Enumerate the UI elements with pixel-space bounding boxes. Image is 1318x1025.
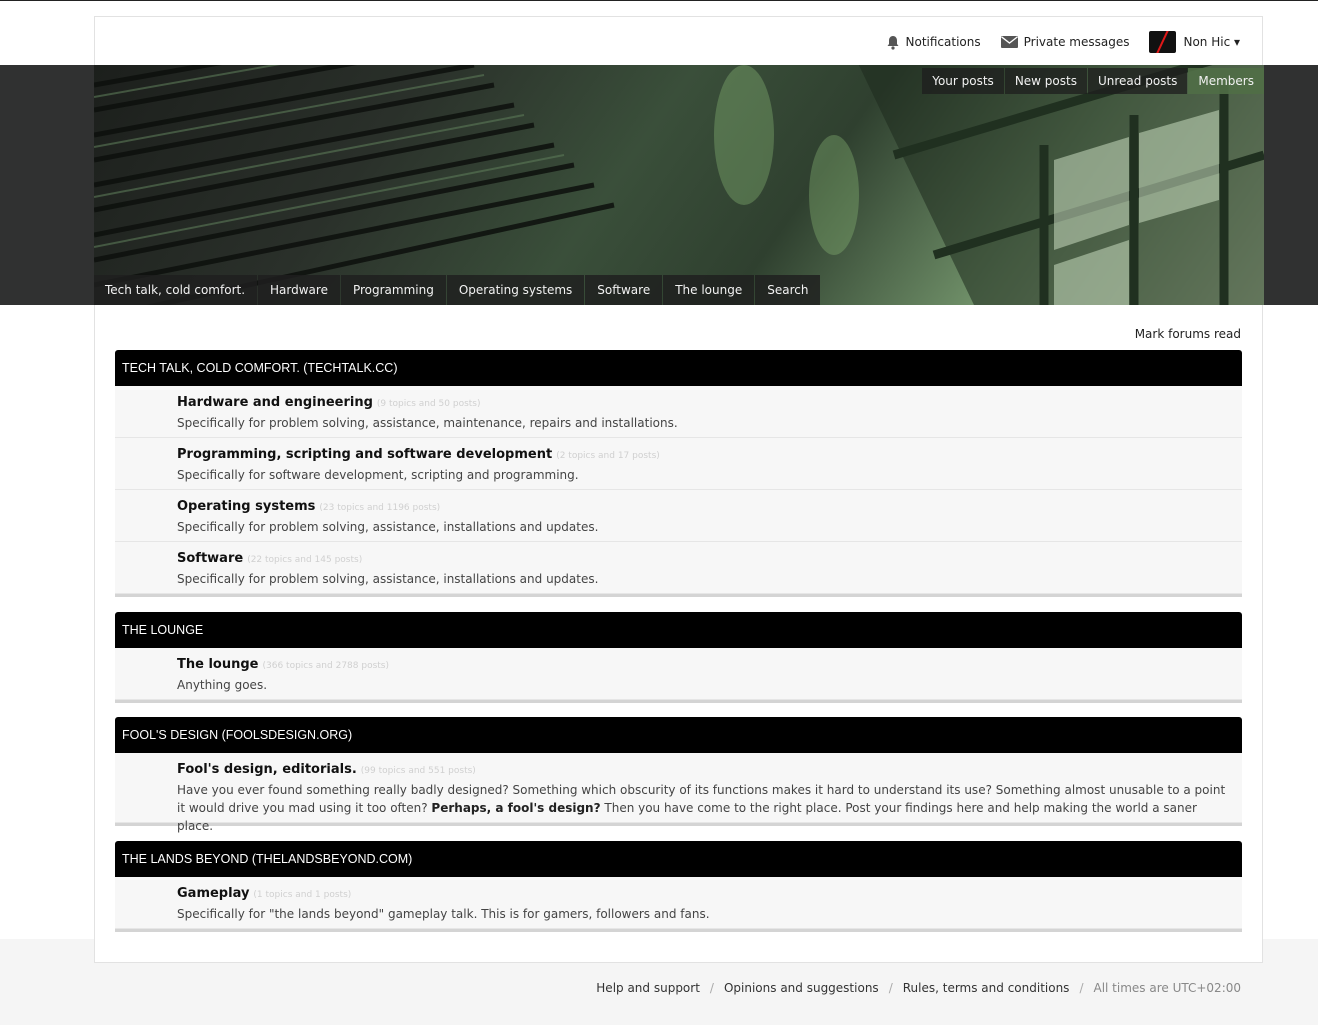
footer-links: Help and support / Opinions and suggesti… <box>596 981 1241 995</box>
nav-bottom: Tech talk, cold comfort. Hardware Progra… <box>94 275 821 305</box>
nav-your-posts[interactable]: Your posts <box>922 68 1004 94</box>
forum-stats: (1 topics and 1 posts) <box>253 890 352 900</box>
forum-stats: (23 topics and 1196 posts) <box>319 503 441 513</box>
category-foolsdesign: FOOL'S DESIGN (FOOLSDESIGN.ORG) Fool's d… <box>115 717 1242 833</box>
forum-title[interactable]: Fool's design, editorials. <box>177 762 357 777</box>
bell-icon <box>887 35 899 50</box>
forum-title[interactable]: The lounge <box>177 657 259 672</box>
envelope-icon <box>1000 36 1018 48</box>
footer-separator: / <box>1079 981 1084 995</box>
forum-title[interactable]: Operating systems <box>177 499 315 514</box>
notifications-link[interactable]: Notifications <box>886 35 981 50</box>
category-title[interactable]: THE LOUNGE <box>115 612 1242 648</box>
nav-programming[interactable]: Programming <box>340 275 446 305</box>
user-topbar: Notifications Private messages Non Hic ▾ <box>866 31 1240 53</box>
category-techtalk: TECH TALK, COLD COMFORT. (TECHTALK.CC) H… <box>115 350 1242 597</box>
forum-title[interactable]: Programming, scripting and software deve… <box>177 447 552 462</box>
nav-hardware[interactable]: Hardware <box>258 275 340 305</box>
forum-row: Programming, scripting and software deve… <box>115 438 1242 490</box>
forum-stats: (9 topics and 50 posts) <box>376 399 481 409</box>
forum-description: Have you ever found something really bad… <box>177 781 1232 835</box>
forum-stats: (2 topics and 17 posts) <box>556 451 660 461</box>
forum-row: Hardware and engineering (9 topics and 50… <box>115 386 1242 438</box>
category-footer <box>115 823 1242 826</box>
forum-title[interactable]: Software <box>177 551 243 566</box>
footer-timezone: All times are UTC+02:00 <box>1093 981 1241 995</box>
forum-description: Specifically for problem solving, assist… <box>177 572 599 586</box>
footer-opinions-link[interactable]: Opinions and suggestions <box>724 981 879 995</box>
username-label: Non Hic ▾ <box>1183 35 1240 49</box>
forum-row: Software (22 topics and 145 posts) Specif… <box>115 542 1242 594</box>
forum-description: Specifically for problem solving, assist… <box>177 416 678 430</box>
nav-unread-posts[interactable]: Unread posts <box>1087 68 1188 94</box>
forum-row: The lounge (366 topics and 2788 posts) An… <box>115 648 1242 700</box>
forum-description: Anything goes. <box>177 678 268 692</box>
category-landsbeyond: THE LANDS BEYOND (THELANDSBEYOND.COM) Ga… <box>115 841 1242 932</box>
banner-graphic <box>94 65 1264 305</box>
mark-forums-read-link[interactable]: Mark forums read <box>1135 327 1241 341</box>
forum-row: Operating systems (23 topics and 1196 pos… <box>115 490 1242 542</box>
category-title[interactable]: FOOL'S DESIGN (FOOLSDESIGN.ORG) <box>115 717 1242 753</box>
user-menu[interactable]: Non Hic ▾ <box>1149 31 1240 53</box>
nav-the-lounge[interactable]: The lounge <box>663 275 755 305</box>
forum-title[interactable]: Hardware and engineering <box>177 395 373 410</box>
category-lounge: THE LOUNGE The lounge (366 topics and 278… <box>115 612 1242 703</box>
header-banner: Your posts New posts Unread posts Member… <box>94 65 1264 305</box>
category-footer <box>115 700 1242 703</box>
nav-software[interactable]: Software <box>585 275 663 305</box>
private-messages-label: Private messages <box>1023 35 1130 49</box>
nav-new-posts[interactable]: New posts <box>1004 68 1087 94</box>
nav-search[interactable]: Search <box>755 275 821 305</box>
nav-members[interactable]: Members <box>1188 68 1264 94</box>
forum-description-emphasis: Perhaps, a fool's design? <box>431 801 601 815</box>
footer-separator: / <box>709 981 714 995</box>
page-wrapper: Notifications Private messages Non Hic ▾ <box>94 16 1264 963</box>
footer-separator: / <box>888 981 893 995</box>
forum-row: Gameplay (1 topics and 1 posts) Specifica… <box>115 877 1242 929</box>
category-title[interactable]: TECH TALK, COLD COMFORT. (TECHTALK.CC) <box>115 350 1242 386</box>
forum-title[interactable]: Gameplay <box>177 886 249 901</box>
nav-operating-systems[interactable]: Operating systems <box>446 275 585 305</box>
nav-home[interactable]: Tech talk, cold comfort. <box>94 275 258 305</box>
forum-stats: (22 topics and 145 posts) <box>247 555 363 565</box>
forum-description: Specifically for software development, s… <box>177 468 579 482</box>
forum-description: Specifically for problem solving, assist… <box>177 520 599 534</box>
forum-row: Fool's design, editorials. (99 topics and… <box>115 753 1242 833</box>
category-title[interactable]: THE LANDS BEYOND (THELANDSBEYOND.COM) <box>115 841 1242 877</box>
private-messages-link[interactable]: Private messages <box>1000 35 1130 49</box>
notifications-label: Notifications <box>905 35 981 49</box>
category-footer <box>115 929 1242 932</box>
avatar <box>1149 31 1177 53</box>
forum-stats: (366 topics and 2788 posts) <box>262 661 390 671</box>
category-footer <box>115 594 1242 597</box>
footer-rules-link[interactable]: Rules, terms and conditions <box>903 981 1070 995</box>
forum-stats: (99 topics and 551 posts) <box>360 766 476 776</box>
nav-top: Your posts New posts Unread posts Member… <box>921 68 1264 94</box>
footer-help-link[interactable]: Help and support <box>596 981 700 995</box>
forum-description: Specifically for "the lands beyond" game… <box>177 907 710 921</box>
